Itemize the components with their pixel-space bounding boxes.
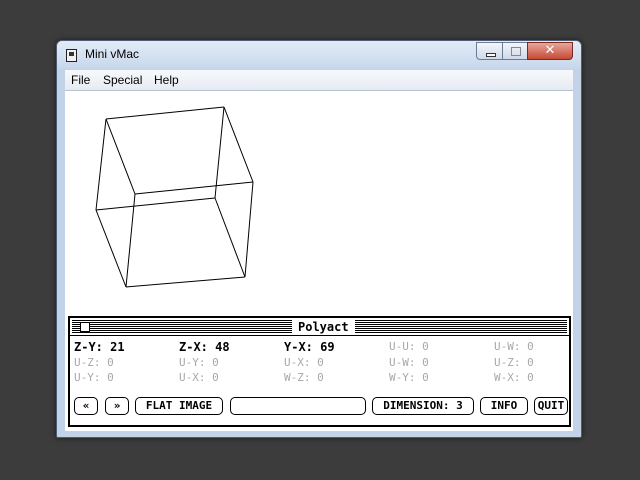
rotation-value: Y-X: 69 <box>284 340 335 354</box>
info-button[interactable]: INFO <box>480 397 528 415</box>
cube-edge <box>223 106 254 183</box>
menu-special[interactable]: Special <box>103 73 142 87</box>
flat-image-button[interactable]: FLAT IMAGE <box>135 397 223 415</box>
menu-help[interactable]: Help <box>154 73 179 87</box>
menu-file[interactable]: File <box>71 73 90 87</box>
emulator-window: Mini vMac ✕ File Special Help Polyact Z-… <box>56 40 582 438</box>
cube-edge <box>214 106 225 199</box>
rotation-value: U-Y: 0 <box>74 371 114 384</box>
rotation-value: Z-Y: 21 <box>74 340 125 354</box>
panel-close-box[interactable] <box>80 322 90 332</box>
cube-edge <box>134 181 254 195</box>
title-bar[interactable]: Mini vMac ✕ <box>57 41 581 69</box>
rotation-value: W-X: 0 <box>494 371 534 384</box>
panel-divider <box>70 335 569 336</box>
rotation-value: Z-X: 48 <box>179 340 230 354</box>
cube-edge <box>125 276 246 288</box>
next-button[interactable]: » <box>105 397 129 415</box>
close-icon: ✕ <box>544 43 556 58</box>
rotation-value: U-X: 0 <box>179 371 219 384</box>
mac-screen[interactable]: Polyact Z-Y: 21 Z-X: 48 Y-X: 69 U-U: 0 U-W: … <box>65 91 573 431</box>
cube-edge <box>125 193 136 288</box>
cube-edge <box>244 181 254 278</box>
rotation-value: U-U: 0 <box>389 340 429 353</box>
blank-field[interactable] <box>230 397 366 415</box>
rotation-value: U-X: 0 <box>284 356 324 369</box>
window-title: Mini vMac <box>85 47 140 61</box>
wireframe-cube <box>95 106 254 288</box>
rotation-value: U-W: 0 <box>494 340 534 353</box>
close-button[interactable]: ✕ <box>527 42 573 60</box>
cube-edge <box>95 197 216 211</box>
rotation-value: U-Z: 0 <box>494 356 534 369</box>
panel-title: Polyact <box>292 320 355 334</box>
quit-button[interactable]: QUIT <box>534 397 568 415</box>
previous-button[interactable]: « <box>74 397 98 415</box>
cube-edge <box>214 197 246 278</box>
cube-edge <box>105 118 136 195</box>
rotation-value: U-Z: 0 <box>74 356 114 369</box>
rotation-value: U-W: 0 <box>389 356 429 369</box>
cube-edge <box>95 209 127 288</box>
mac-app-icon <box>66 49 77 62</box>
minimize-button[interactable] <box>476 42 503 60</box>
rotation-value: W-Y: 0 <box>389 371 429 384</box>
cube-edge <box>95 118 107 211</box>
menu-bar: File Special Help <box>65 70 573 91</box>
rotation-value: W-Z: 0 <box>284 371 324 384</box>
maximize-button[interactable] <box>502 42 528 60</box>
dimension-button[interactable]: DIMENSION: 3 <box>372 397 474 415</box>
polyact-panel: Polyact Z-Y: 21 Z-X: 48 Y-X: 69 U-U: 0 U-W: … <box>68 316 571 427</box>
panel-title-bar[interactable]: Polyact <box>72 320 567 334</box>
rotation-value: U-Y: 0 <box>179 356 219 369</box>
cube-edge <box>105 106 225 120</box>
